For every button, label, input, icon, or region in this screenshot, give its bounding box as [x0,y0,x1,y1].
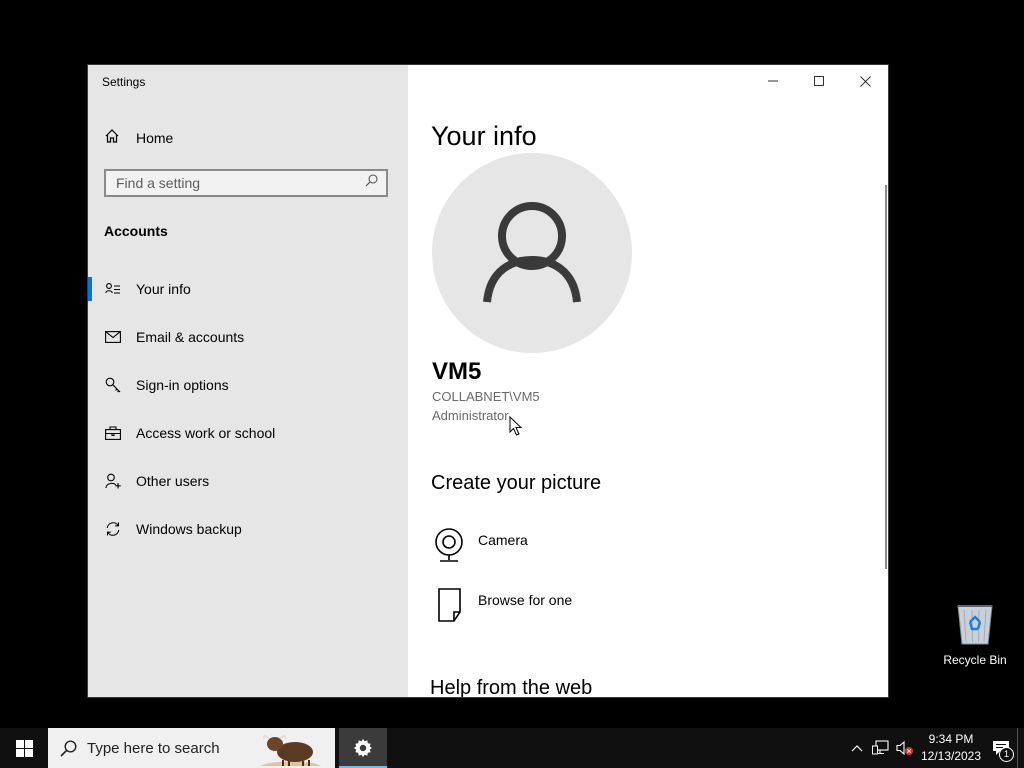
show-desktop-button[interactable] [1017,728,1024,768]
nav-label: Windows backup [136,521,242,537]
nav-item-windows-backup[interactable]: Windows backup [88,505,408,553]
clock-date: 12/13/2023 [920,749,982,763]
taskbar: Type here to search 9:34 PM 12/13/2023 1 [0,728,1024,768]
user-role: Administrator [432,408,509,423]
avatar [432,153,632,353]
action-center-button[interactable]: 1 [985,728,1017,768]
browse-label: Browse for one [478,592,573,608]
help-heading: Help from the web [430,677,593,697]
find-setting-search[interactable] [104,169,388,197]
volume-muted-icon [896,740,913,756]
mail-icon [104,328,122,346]
briefcase-icon [104,424,122,442]
page-title: Your info [431,121,537,151]
your-info-page: Your info VM5 COLLABNET\VM5 Administrato… [408,65,888,697]
camera-option[interactable]: Camera [432,528,528,569]
search-icon [60,739,77,757]
add-person-icon [104,472,122,490]
scrollbar[interactable] [885,185,887,569]
key-icon [104,376,122,394]
chevron-up-icon [851,745,863,752]
home-label: Home [136,130,174,146]
network-icon [872,740,889,755]
clock[interactable]: 9:34 PM 12/13/2023 [917,731,985,765]
clock-time: 9:34 PM [928,732,974,746]
user-account: COLLABNET\VM5 [432,389,540,404]
create-picture-heading: Create your picture [431,472,602,494]
network-tray-button[interactable] [869,728,893,768]
person-card-icon [104,280,122,298]
nav-item-email-accounts[interactable]: Email & accounts [88,313,408,361]
window-title: Settings [102,75,146,89]
taskbar-search-placeholder: Type here to search [87,739,220,757]
volume-tray-button[interactable] [893,728,917,768]
nav-label: Access work or school [136,425,276,441]
nav-item-your-info[interactable]: Your info [88,265,408,313]
yak-search-highlight-icon [259,730,323,768]
show-hidden-icons-button[interactable] [845,728,869,768]
user-name: VM5 [432,358,482,385]
accounts-section-title: Accounts [104,223,168,239]
file-icon [432,588,466,629]
nav-item-access-work-school[interactable]: Access work or school [88,409,408,457]
recycle-bin[interactable]: Recycle Bin [940,600,1010,667]
home-nav-item[interactable]: Home [104,127,394,149]
taskbar-settings-app[interactable] [339,728,387,768]
gear-icon [354,739,372,757]
nav-label: Your info [136,281,191,297]
sidebar: Settings Home Accounts Your info [88,65,408,697]
nav-item-other-users[interactable]: Other users [88,457,408,505]
home-icon [104,128,120,149]
recycle-bin-icon [957,605,993,645]
accounts-nav-list: Your info Email & accounts Sign-in optio… [88,265,408,553]
settings-window: Settings Home Accounts Your info [88,65,888,697]
nav-label: Email & accounts [136,329,245,345]
mouse-cursor-icon [509,416,523,436]
browse-option[interactable]: Browse for one [432,588,572,629]
notification-count-badge: 1 [999,747,1014,762]
search-icon [365,174,378,192]
recycle-bin-label: Recycle Bin [943,653,1007,667]
camera-icon [432,528,466,569]
nav-item-sign-in-options[interactable]: Sign-in options [88,361,408,409]
camera-label: Camera [478,532,528,548]
nav-label: Other users [136,473,210,489]
windows-logo-icon [15,739,33,757]
system-tray: 9:34 PM 12/13/2023 1 [845,728,1024,768]
start-button[interactable] [0,728,48,768]
taskbar-search-box[interactable]: Type here to search [48,728,335,768]
user-silhouette-icon [483,202,581,303]
sync-icon [104,520,122,538]
find-setting-input[interactable] [116,175,356,191]
nav-label: Sign-in options [136,377,229,393]
